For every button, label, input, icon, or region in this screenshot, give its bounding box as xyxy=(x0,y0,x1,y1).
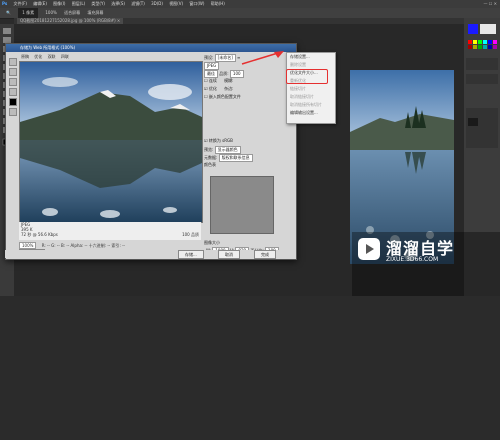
preview-label: 预览: xyxy=(204,147,214,152)
convert-srgb-checkbox[interactable]: ☑ xyxy=(204,138,208,143)
save-for-web-dialog: 存储为 Web 所用格式 (100%) 原稿 优化 双联 四联 JPEG 395… xyxy=(5,43,297,260)
watermark: 溜溜自学 ZIXUE.3D66.COM xyxy=(352,232,500,296)
dialog-status-row: 100% R: -- G: -- B: -- Alpha: -- 十六进制: -… xyxy=(19,242,209,250)
menu-file[interactable]: 文件(F) xyxy=(14,0,27,8)
menu-view[interactable]: 视图(V) xyxy=(169,0,183,8)
menu-type[interactable]: 类型(Y) xyxy=(91,0,105,8)
embed-profile-checkbox[interactable]: ☐ xyxy=(204,94,208,99)
menu-edit[interactable]: 编辑(E) xyxy=(33,0,47,8)
menu-filter[interactable]: 滤镜(T) xyxy=(131,0,145,8)
dialog-tools xyxy=(9,58,17,118)
zoom-level[interactable]: 1 像素 xyxy=(18,8,39,18)
dialog-button-bar xyxy=(5,250,295,258)
menu-layer[interactable]: 图层(L) xyxy=(72,0,85,8)
eyedropper-tool-icon[interactable] xyxy=(9,88,17,96)
watermark-url: ZIXUE.3D66.COM xyxy=(386,256,439,263)
option-fit-screen[interactable]: 适合屏幕 xyxy=(64,8,80,18)
flyout-item-link-slices: 链接切片 xyxy=(290,86,306,91)
tab-original[interactable]: 原稿 xyxy=(21,54,29,60)
tab-2up[interactable]: 双联 xyxy=(48,54,56,60)
toggle-slices-icon[interactable] xyxy=(9,108,17,116)
tab-4up[interactable]: 四联 xyxy=(61,54,69,60)
preset-label: 预设: xyxy=(204,55,214,60)
optimized-checkbox[interactable]: ☑ xyxy=(204,86,208,91)
flyout-item-delete-settings: 删除设置 xyxy=(290,62,306,67)
image-size-label: 图像大小 xyxy=(204,240,220,245)
metadata-label: 元数据: xyxy=(204,155,218,160)
optimized-label: 优化 xyxy=(208,86,217,91)
menu-3d[interactable]: 3D(D) xyxy=(151,0,163,8)
preview-select[interactable]: 显示器颜色 xyxy=(214,146,241,154)
done-button[interactable]: 完成 xyxy=(254,250,276,259)
menu-image[interactable]: 图像(I) xyxy=(53,0,65,8)
quality-preset-select[interactable]: 最佳 xyxy=(204,70,218,78)
flyout-item-unlink-slice: 取消链接切片 xyxy=(290,94,314,99)
option-100[interactable]: 100% xyxy=(45,8,56,18)
zoom-tool-icon[interactable] xyxy=(9,78,17,86)
menu-bar: Ps 文件(F) 编辑(E) 图像(I) 图层(L) 类型(Y) 选择(S) 滤… xyxy=(0,0,500,8)
color-table xyxy=(210,176,274,234)
slice-select-tool-icon[interactable] xyxy=(9,68,17,76)
menu-select[interactable]: 选择(S) xyxy=(111,0,125,8)
hand-tool-icon[interactable] xyxy=(9,58,17,66)
embed-profile-label: 嵌入颜色配置文件 xyxy=(208,94,241,99)
flyout-item-save-settings[interactable]: 存储设置... xyxy=(287,53,335,61)
save-button[interactable]: 存储... xyxy=(178,250,204,259)
color-table-label: 颜色表 xyxy=(204,162,216,167)
eyedropper-color-icon xyxy=(9,98,17,106)
window-controls[interactable]: — ☐ ✕ xyxy=(484,0,497,8)
tab-optimized[interactable]: 优化 xyxy=(34,54,42,60)
flyout-item-edit-output[interactable]: 编辑输出设置... xyxy=(287,109,335,117)
zoom-select[interactable]: 100% xyxy=(19,242,37,249)
image-size-section: 图像大小 xyxy=(204,240,292,440)
cancel-button[interactable]: 取消 xyxy=(218,250,240,259)
preview-info: JPEG 395 K 72 秒 @ 56.6 Kbps 100 品质 xyxy=(19,222,201,240)
continuous-label: 连续 xyxy=(208,78,217,83)
color-readout: R: -- G: -- B: -- Alpha: -- 十六进制: -- 索引:… xyxy=(41,243,125,248)
quality-label: 品质: xyxy=(219,71,229,76)
info-quality: 100 品质 xyxy=(182,232,199,237)
info-time: 72 秒 @ 56.6 Kbps xyxy=(21,232,58,237)
preview-image[interactable] xyxy=(19,61,203,223)
watermark-logo-icon xyxy=(358,238,380,260)
red-arrow-icon xyxy=(241,51,284,65)
format-select[interactable]: JPEG xyxy=(204,62,220,70)
quality-input[interactable]: 100 xyxy=(229,70,244,78)
highlight-box xyxy=(286,69,328,84)
option-fill-screen[interactable]: 填充屏幕 xyxy=(87,8,103,18)
matte-label: 杂边: xyxy=(224,86,234,91)
continuous-checkbox[interactable]: ☐ xyxy=(204,78,208,83)
flyout-item-unlink-all: 取消链接所有切片 xyxy=(290,102,322,107)
preset-select[interactable]: [未命名] xyxy=(214,54,236,62)
blur-label: 模糊: xyxy=(224,78,234,83)
zoom-tool-icon[interactable]: 🔍 xyxy=(6,8,11,18)
menu-help[interactable]: 帮助(H) xyxy=(211,0,225,8)
view-tabs: 原稿 优化 双联 四联 xyxy=(21,54,73,60)
photoshop-logo: Ps xyxy=(2,1,8,6)
settings-flyout-menu: 存储设置... 删除设置 优化文件大小... 重新优化 链接切片 取消链接切片 … xyxy=(286,52,336,124)
convert-srgb-label: 转换为 sRGB xyxy=(208,138,233,143)
menu-window[interactable]: 窗口(W) xyxy=(189,0,204,8)
metadata-select[interactable]: 版权和联系信息 xyxy=(218,154,253,162)
